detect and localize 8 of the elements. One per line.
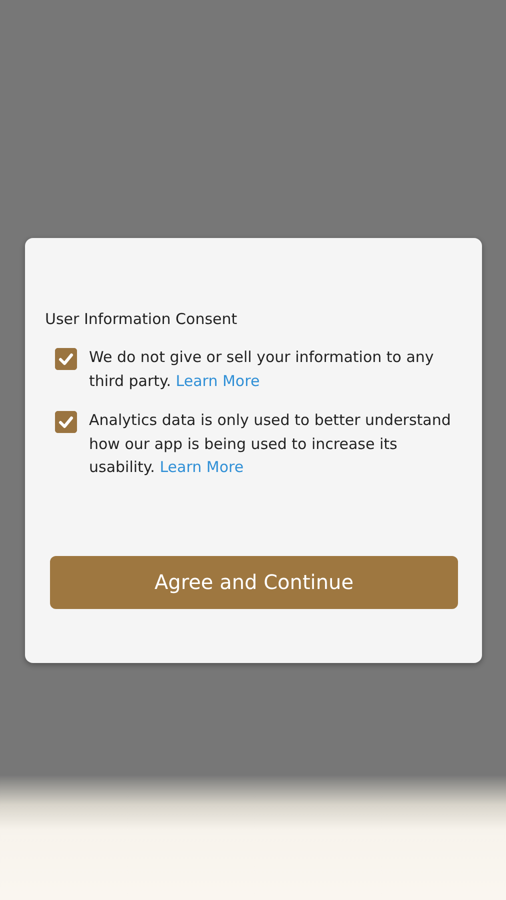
consent-text: We do not give or sell your information to any third party. Learn More [89,347,435,392]
learn-more-link[interactable]: Learn More [160,458,244,476]
dialog-title: User Information Consent [45,310,238,328]
consent-text: Analytics data is only used to better understand how our app is being used to increase its usability. Learn More [89,410,452,478]
checkbox[interactable] [55,348,77,370]
agree-button[interactable]: Agree and Continue [50,556,458,608]
checkbox[interactable] [55,411,77,433]
learn-more-link[interactable]: Learn More [176,372,260,390]
